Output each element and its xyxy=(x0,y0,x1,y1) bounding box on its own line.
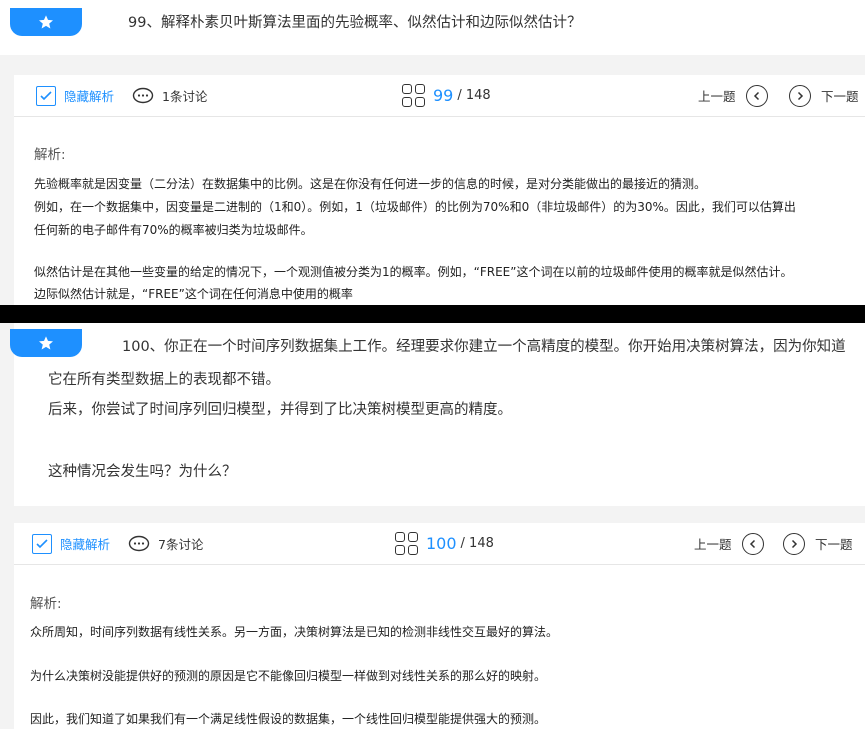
next-question-button[interactable]: 下一题 xyxy=(789,75,859,116)
question-toolbar: 隐藏解析 1条讨论 99 / 148 上一题 下一题 xyxy=(14,75,865,117)
discussion-count: 1条讨论 xyxy=(162,89,208,104)
checkbox-icon xyxy=(36,85,56,106)
chevron-right-icon xyxy=(789,84,811,107)
total-count: / 148 xyxy=(460,536,494,551)
star-icon xyxy=(39,15,53,29)
prev-label: 上一题 xyxy=(698,89,736,104)
current-index: 99 xyxy=(433,86,454,105)
question-text-line: 100、你正在一个时间序列数据集上工作。经理要求你建立一个高精度的模型。你开始用… xyxy=(122,339,846,355)
question-text-line: 这种情况会发生吗？为什么？ xyxy=(48,464,237,480)
star-icon xyxy=(39,336,53,350)
favorite-badge[interactable] xyxy=(10,8,82,36)
question-card-99: 99、解释朴素贝叶斯算法里面的先验概率、似然估计和边际似然估计？ xyxy=(0,0,865,55)
total-count: / 148 xyxy=(457,88,491,103)
prev-label: 上一题 xyxy=(694,537,732,552)
discussion-link[interactable]: 1条讨论 xyxy=(132,75,207,116)
analysis-title: 解析: xyxy=(34,147,66,163)
analysis-line: 例如，在一个数据集中，因变量是二进制的（1和0）。例如，1（垃圾邮件）的比例为7… xyxy=(34,200,796,214)
hide-analysis-button[interactable]: 隐藏解析 xyxy=(32,523,110,564)
current-index: 100 xyxy=(426,534,457,553)
next-label: 下一题 xyxy=(821,89,859,104)
discussion-link[interactable]: 7条讨论 xyxy=(128,523,203,564)
hide-analysis-button[interactable]: 隐藏解析 xyxy=(36,75,114,116)
question-index[interactable]: 99 / 148 xyxy=(402,75,491,116)
chevron-left-icon xyxy=(745,84,768,107)
analysis-title: 解析: xyxy=(30,596,62,612)
analysis-line: 因此，我们知道了如果我们有一个满足线性假设的数据集，一个线性回归模型能提供强大的… xyxy=(30,712,547,726)
next-question-button[interactable]: 下一题 xyxy=(783,523,853,564)
comment-icon xyxy=(128,535,150,551)
analysis-section: 解析: 众所周知，时间序列数据有线性关系。另一方面，决策树算法是已知的检测非线性… xyxy=(14,565,865,729)
question-index[interactable]: 100 / 148 xyxy=(395,523,494,564)
chevron-left-icon xyxy=(741,532,764,555)
question-text-line: 后来，你尝试了时间序列回归模型，并得到了比决策树模型更高的精度。 xyxy=(48,402,512,418)
discussion-count: 7条讨论 xyxy=(158,537,204,552)
favorite-badge[interactable] xyxy=(10,329,82,357)
grid-icon xyxy=(402,84,425,107)
hide-analysis-label: 隐藏解析 xyxy=(64,89,115,104)
analysis-section: 解析: 先验概率就是因变量（二分法）在数据集中的比例。这是在你没有任何进一步的信… xyxy=(14,117,865,305)
analysis-line: 任何新的电子邮件有70%的概率被归类为垃圾邮件。 xyxy=(34,223,313,237)
analysis-line: 似然估计是在其他一些变量的给定的情况下，一个观测值被分类为1的概率。例如，“FR… xyxy=(34,265,793,279)
checkbox-icon xyxy=(32,533,52,554)
question-text-line: 它在所有类型数据上的表现都不错。 xyxy=(48,372,280,388)
chevron-right-icon xyxy=(783,532,805,555)
analysis-line: 众所周知，时间序列数据有线性关系。另一方面，决策树算法是已知的检测非线性交互最好… xyxy=(30,625,559,639)
next-label: 下一题 xyxy=(815,537,853,552)
prev-question-button[interactable]: 上一题 xyxy=(694,523,764,564)
screenshot-separator xyxy=(0,305,865,323)
analysis-line: 先验概率就是因变量（二分法）在数据集中的比例。这是在你没有任何进一步的信息的时候… xyxy=(34,177,707,191)
question-toolbar: 隐藏解析 7条讨论 100 / 148 上一题 下一题 xyxy=(14,523,865,565)
comment-icon xyxy=(132,87,154,103)
analysis-line: 为什么决策树没能提供好的预测的原因是它不能像回归模型一样做到对线性关系的那么好的… xyxy=(30,669,547,683)
hide-analysis-label: 隐藏解析 xyxy=(60,537,111,552)
question-card-100: 100、你正在一个时间序列数据集上工作。经理要求你建立一个高精度的模型。你开始用… xyxy=(10,323,865,506)
prev-question-button[interactable]: 上一题 xyxy=(698,75,768,116)
question-text: 99、解释朴素贝叶斯算法里面的先验概率、似然估计和边际似然估计？ xyxy=(128,15,582,31)
analysis-line: 边际似然估计就是，“FREE”这个词在任何消息中使用的概率 xyxy=(34,287,353,301)
grid-icon xyxy=(395,532,418,555)
